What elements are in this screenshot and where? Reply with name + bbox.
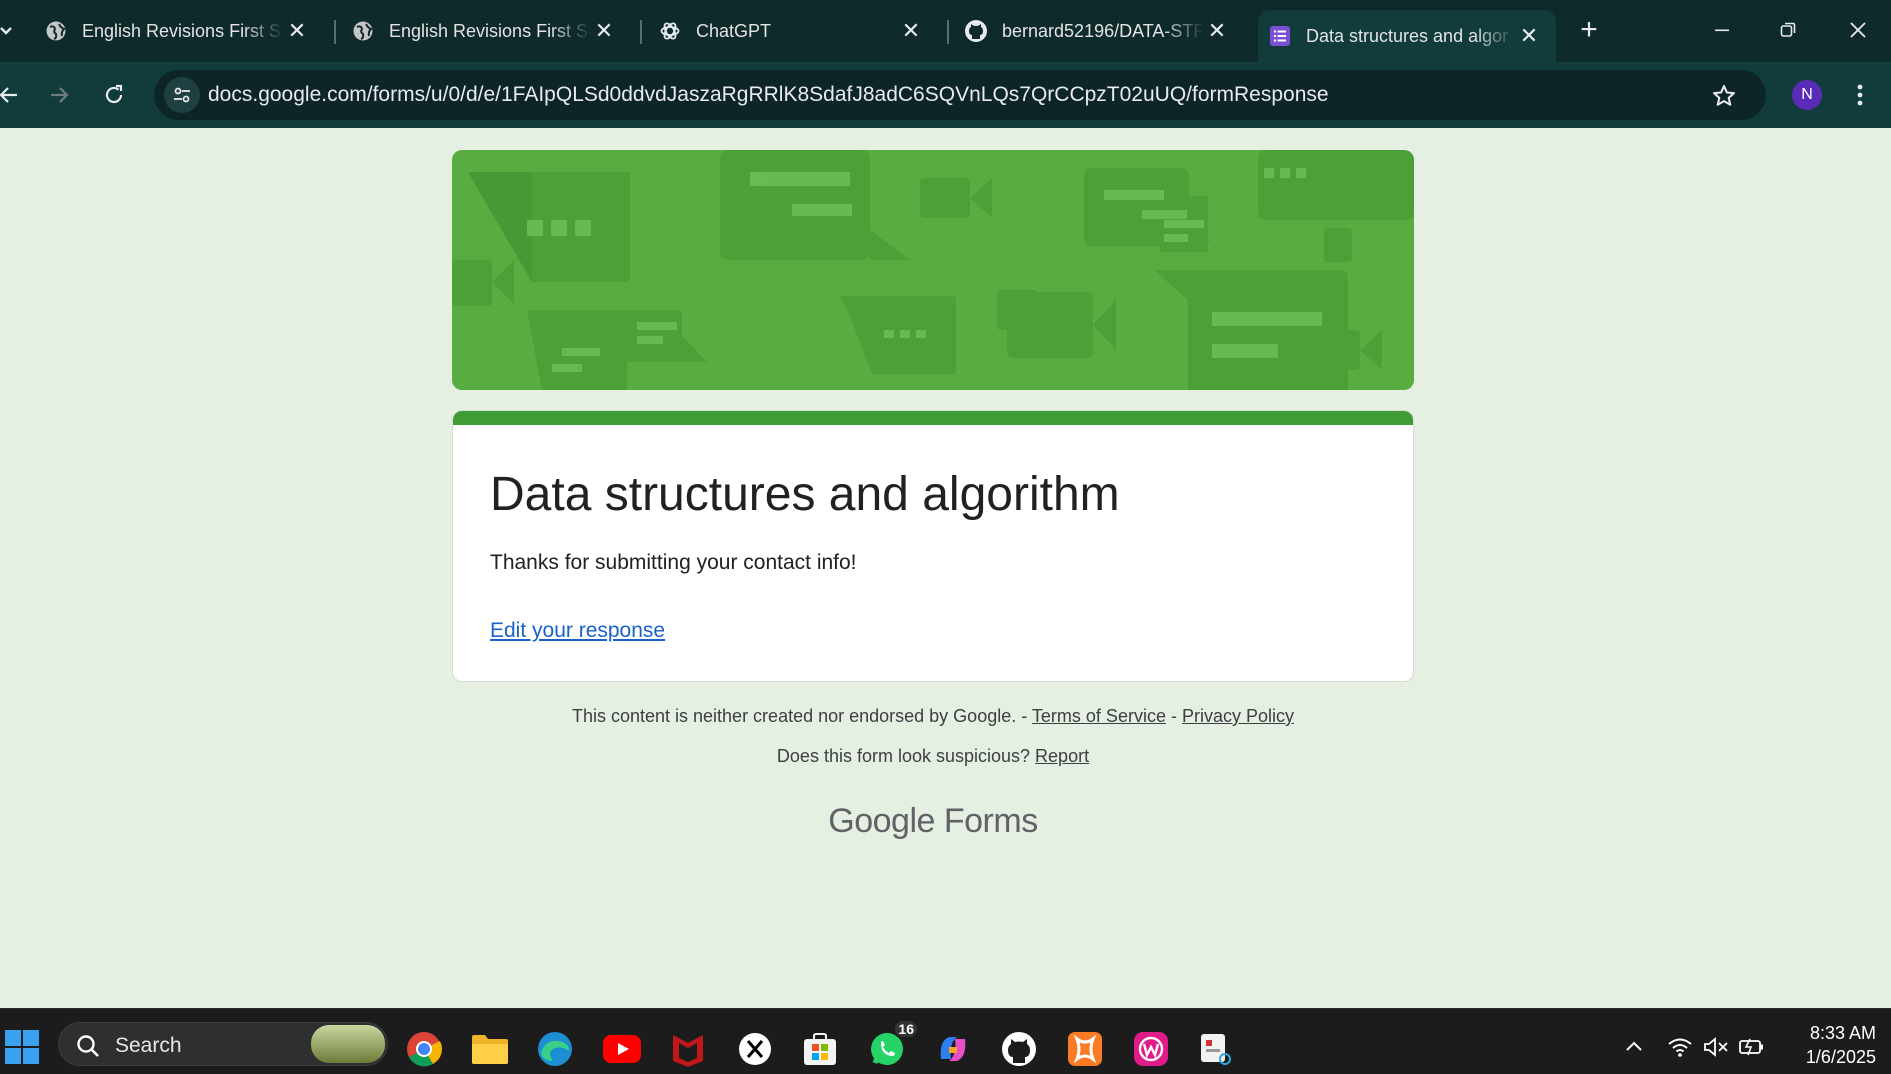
search-icon xyxy=(75,1033,101,1059)
wifi-icon[interactable] xyxy=(1666,1033,1694,1061)
bookmark-star-icon[interactable] xyxy=(1710,82,1738,110)
chat-bubbles-illustration xyxy=(452,150,1414,390)
abuse-report-line: Does this form look suspicious? Report xyxy=(0,746,1866,767)
github-desktop-icon[interactable] xyxy=(999,1029,1039,1069)
tab-divider xyxy=(334,20,336,44)
forms-wordmark: Forms xyxy=(943,802,1038,840)
battery-charging-icon[interactable] xyxy=(1738,1033,1766,1061)
volume-muted-icon[interactable] xyxy=(1702,1033,1730,1061)
chatgpt-icon xyxy=(658,19,682,43)
google-disclaimer: This content is neither created nor endo… xyxy=(0,706,1866,727)
search-label: Search xyxy=(115,1034,182,1057)
minimize-icon[interactable] xyxy=(1698,12,1746,48)
restore-window-icon[interactable] xyxy=(1764,12,1812,48)
close-tab-icon[interactable]: ✕ xyxy=(284,18,310,44)
copilot-icon[interactable] xyxy=(933,1029,973,1069)
tab-github-repo[interactable]: bernard52196/DATA-STR ✕ xyxy=(954,10,1244,52)
globe-icon xyxy=(351,19,375,43)
file-explorer-icon[interactable] xyxy=(470,1029,510,1069)
wampserver-icon[interactable] xyxy=(1131,1029,1171,1069)
close-tab-icon[interactable]: ✕ xyxy=(898,18,924,44)
tab-google-form-active[interactable]: Data structures and algor ✕ xyxy=(1258,10,1556,62)
youtube-icon[interactable] xyxy=(602,1029,642,1069)
tab-title: English Revisions First Se xyxy=(82,20,284,41)
back-arrow-icon[interactable] xyxy=(0,76,28,114)
tab-title: ChatGPT xyxy=(696,20,772,41)
show-hidden-icons-chevron-icon[interactable] xyxy=(1620,1033,1648,1061)
report-link[interactable]: Report xyxy=(1035,746,1089,766)
x-twitter-icon[interactable] xyxy=(735,1029,775,1069)
tab-divider xyxy=(640,20,642,44)
search-highlight-image xyxy=(311,1025,385,1063)
new-tab-plus-icon[interactable]: + xyxy=(1572,14,1606,48)
forward-arrow-icon[interactable] xyxy=(40,76,78,114)
privacy-policy-link[interactable]: Privacy Policy xyxy=(1182,706,1294,726)
google-wordmark: Google xyxy=(828,802,935,840)
close-tab-icon[interactable]: ✕ xyxy=(591,18,617,44)
tab-divider xyxy=(947,20,949,44)
site-info-tune-icon[interactable] xyxy=(164,77,200,113)
whatsapp-icon[interactable]: 16 xyxy=(867,1021,917,1069)
terms-of-service-link[interactable]: Terms of Service xyxy=(1032,706,1166,726)
tab-english-revisions-2[interactable]: English Revisions First Se ✕ xyxy=(341,10,631,52)
microsoft-store-icon[interactable] xyxy=(800,1029,840,1069)
card-accent-bar xyxy=(453,411,1413,425)
edge-icon[interactable] xyxy=(535,1029,575,1069)
edit-response-link[interactable]: Edit your response xyxy=(490,619,665,643)
tab-chatgpt[interactable]: ChatGPT ✕ xyxy=(648,10,938,52)
windows-taskbar: Search 16 8:33 AM 1/6/2025 xyxy=(0,1008,1891,1074)
close-tab-icon[interactable]: ✕ xyxy=(1204,18,1230,44)
address-bar[interactable]: docs.google.com/forms/u/0/d/e/1FAIpQLSd0… xyxy=(154,70,1766,120)
globe-icon xyxy=(44,19,68,43)
url-text[interactable]: docs.google.com/forms/u/0/d/e/1FAIpQLSd0… xyxy=(208,83,1329,107)
footer-separator: - xyxy=(1170,706,1177,726)
reload-icon[interactable] xyxy=(95,76,133,114)
tab-strip: English Revisions First Se ✕ English Rev… xyxy=(0,0,1891,62)
mcafee-icon[interactable] xyxy=(668,1029,708,1069)
confirmation-message: Thanks for submitting your contact info! xyxy=(490,551,857,574)
github-icon xyxy=(964,19,988,43)
profile-avatar[interactable]: N xyxy=(1792,80,1822,110)
form-title: Data structures and algorithm xyxy=(490,468,1120,521)
close-window-icon[interactable] xyxy=(1834,12,1882,48)
notification-badge: 16 xyxy=(895,1021,917,1037)
tab-title: Data structures and algor xyxy=(1306,25,1509,46)
form-response-page: Data structures and algorithm Thanks for… xyxy=(0,128,1891,1008)
disclaimer-text: This content is neither created nor endo… xyxy=(571,706,1028,726)
windows-start-icon[interactable] xyxy=(4,1029,40,1065)
browser-toolbar: docs.google.com/forms/u/0/d/e/1FAIpQLSd0… xyxy=(0,62,1891,128)
confirmation-card: Data structures and algorithm Thanks for… xyxy=(452,410,1414,682)
google-forms-logo[interactable]: Google Forms xyxy=(0,802,1866,841)
clock-date: 1/6/2025 xyxy=(1805,1047,1876,1067)
tab-title: English Revisions First Se xyxy=(389,20,591,41)
tab-english-revisions-1[interactable]: English Revisions First Se ✕ xyxy=(34,10,324,52)
clock-time: 8:33 AM xyxy=(1809,1023,1876,1043)
tab-search-chevron-icon[interactable] xyxy=(0,14,16,48)
snipping-tool-icon[interactable] xyxy=(1196,1029,1236,1069)
chrome-taskbar-icon[interactable] xyxy=(404,1029,444,1069)
form-header-banner xyxy=(452,150,1414,390)
xampp-icon[interactable] xyxy=(1065,1029,1105,1069)
system-clock[interactable]: 8:33 AM 1/6/2025 xyxy=(1780,1021,1876,1069)
tab-title: bernard52196/DATA-STR xyxy=(1002,20,1204,41)
google-forms-icon xyxy=(1268,24,1292,48)
taskbar-search-box[interactable]: Search xyxy=(58,1022,388,1066)
more-menu-icon[interactable] xyxy=(1848,78,1872,112)
suspicious-text: Does this form look suspicious? xyxy=(776,746,1031,766)
close-tab-icon[interactable]: ✕ xyxy=(1516,23,1542,49)
